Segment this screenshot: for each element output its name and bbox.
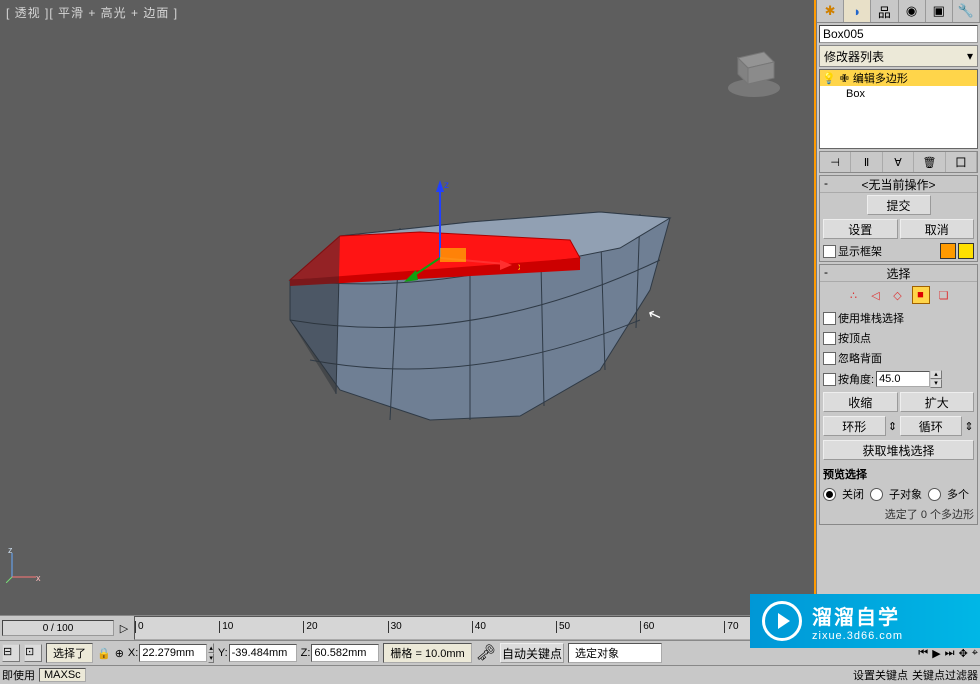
svg-text:x: x [518,262,520,273]
viewport-nav-icon[interactable]: ⌖ [972,647,978,660]
element-level-icon[interactable]: ❏ [936,287,952,303]
move-gizmo[interactable]: z x [400,178,520,288]
show-cage-checkbox[interactable] [823,245,836,258]
preview-off-radio[interactable] [823,488,836,501]
play-logo-icon [762,601,802,641]
key-icon[interactable]: 🗝 [476,643,496,663]
border-level-icon[interactable]: ◇ [890,287,906,303]
cage-color-2[interactable] [958,243,974,259]
command-panel: ✱ ◗ 品 ◉ ▣ 🔧 修改器列表▾ 💡 ✙ 编辑多边形 Box [816,0,980,615]
pin-stack-icon[interactable]: ⊣ [820,152,851,172]
frame-indicator[interactable]: 0 / 100 [2,620,114,636]
world-axis-icon: z x [6,547,42,583]
maxscript-label[interactable]: MAXSc [39,668,86,682]
utilities-tab[interactable]: 🔧 [953,0,980,22]
vertex-level-icon[interactable]: ∴ [846,287,862,303]
motion-tab[interactable]: ◉ [899,0,926,22]
nav-next-icon[interactable]: ⏭ [945,647,955,660]
cage-color-1[interactable] [940,243,956,259]
make-unique-icon[interactable]: ∀ [883,152,914,172]
auto-key-button[interactable]: 自动关键点 [500,643,564,663]
key-mode-icon[interactable]: ⊟ [2,644,20,662]
bottom-bar: 即使用 MAXSc 设置关键点 关键点过滤器 [0,665,980,684]
rollout-current-op: -<无当前操作> 提交 设置 取消 显示框架 [819,175,978,262]
visibility-icon[interactable]: 💡 [822,72,836,85]
by-vertex-checkbox[interactable] [823,332,836,345]
viewport-label: [ 透视 ][ 平滑 + 高光 + 边面 ] [6,4,178,21]
panel-tabs: ✱ ◗ 品 ◉ ▣ 🔧 [817,0,980,23]
transform-type-icon[interactable]: ⊕ [115,647,124,660]
rollout-selection: -选择 ∴ ◁ ◇ ■ ❏ 使用堆栈选择 按顶点 忽略背面 按角度: ▴▾ 收缩 [819,264,978,525]
modify-tab[interactable]: ◗ [844,0,871,22]
selection-status: 选择了 [46,643,93,663]
modifier-list-dropdown[interactable]: 修改器列表▾ [819,45,978,67]
key-target[interactable]: 选定对象 [568,643,662,663]
key-mode-icon2[interactable]: ⊡ [24,644,42,662]
rollout-header[interactable]: -<无当前操作> [820,176,977,193]
by-angle-checkbox[interactable] [823,373,836,386]
edge-level-icon[interactable]: ◁ [868,287,884,303]
coord-y[interactable]: Y: [218,644,297,662]
viewport[interactable]: [ 透视 ][ 平滑 + 高光 + 边面 ] [0,0,816,615]
viewport-nav-icon[interactable]: ✥ [959,647,968,660]
use-stack-checkbox[interactable] [823,312,836,325]
show-end-result-icon[interactable]: Ⅱ [851,152,882,172]
subobject-level-row: ∴ ◁ ◇ ■ ❏ [820,282,977,308]
lock-icon[interactable]: 🔒 [97,647,111,660]
stack-item-editpoly[interactable]: 💡 ✙ 编辑多边形 [820,70,977,86]
display-tab[interactable]: ▣ [926,0,953,22]
ignore-backfacing-checkbox[interactable] [823,352,836,365]
configure-icon[interactable]: 囗 [946,152,977,172]
modifier-stack[interactable]: 💡 ✙ 编辑多边形 Box [819,69,978,149]
svg-text:z: z [8,547,13,555]
key-filter-label[interactable]: 关键点过滤器 [912,667,978,683]
shrink-button[interactable]: 收缩 [823,392,898,412]
coord-z[interactable]: Z: [301,644,380,662]
nav-play-icon[interactable]: ▶ [932,647,940,660]
loop-button[interactable]: 循环 [900,416,963,436]
cancel-button[interactable]: 取消 [900,219,975,239]
play-start-icon[interactable]: ▷ [116,622,132,635]
angle-spinner[interactable]: ▴▾ [876,370,942,388]
commit-button[interactable]: 提交 [867,195,931,215]
coord-x[interactable]: X:▴▾ [128,643,214,663]
nav-prev-icon[interactable]: ⏮ [918,647,928,660]
preview-subobj-radio[interactable] [870,488,883,501]
preview-multi-radio[interactable] [928,488,941,501]
ring-button[interactable]: 环形 [823,416,886,436]
grow-button[interactable]: 扩大 [900,392,975,412]
get-stack-sel-button[interactable]: 获取堆栈选择 [823,440,974,460]
svg-text:z: z [444,180,449,191]
settings-button[interactable]: 设置 [823,219,898,239]
watermark: 溜溜自学 zixue.3d66.com [750,594,980,648]
remove-modifier-icon[interactable]: 🗑 [914,152,945,172]
stack-toolbar: ⊣ Ⅱ ∀ 🗑 囗 [819,151,978,173]
create-tab[interactable]: ✱ [817,0,844,22]
stack-item-base[interactable]: Box [820,86,977,102]
rollout-header[interactable]: -选择 [820,265,977,282]
grid-status: 栅格 = 10.0mm [383,643,471,663]
svg-text:x: x [36,573,41,583]
viewcube[interactable] [724,40,784,100]
set-key-label[interactable]: 设置关键点 [853,667,908,683]
object-name-input[interactable] [819,25,978,43]
polygon-level-icon[interactable]: ■ [912,286,930,304]
hierarchy-tab[interactable]: 品 [871,0,898,22]
expand-icon[interactable]: ✙ [840,72,849,85]
